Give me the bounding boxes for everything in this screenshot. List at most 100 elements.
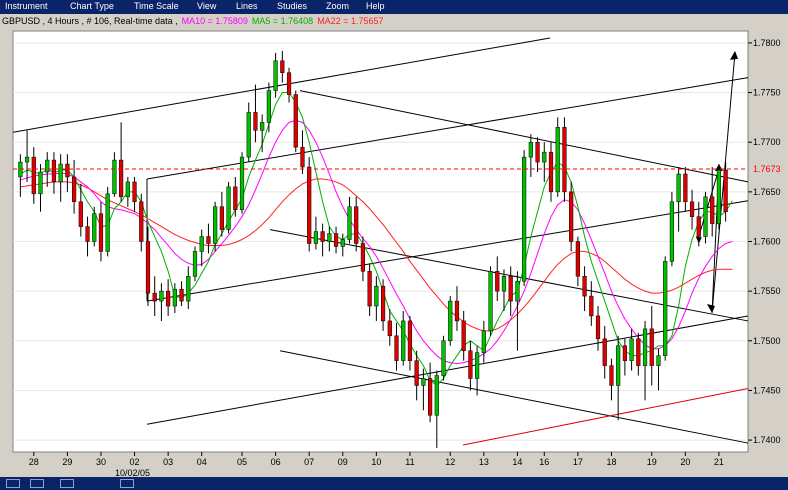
candle-body bbox=[575, 241, 580, 277]
candle-body bbox=[636, 338, 641, 366]
header-info: GBPUSD , 4 Hours , # 106, Real-time data… bbox=[2, 16, 384, 26]
current-price-label: 1.7673 bbox=[753, 164, 781, 174]
x-tick-label: 11 bbox=[405, 457, 414, 467]
candle[interactable] bbox=[105, 186, 110, 257]
candle-body bbox=[186, 276, 191, 302]
menu-item-view[interactable]: View bbox=[197, 1, 216, 11]
y-tick-label: 1.7600 bbox=[753, 237, 781, 247]
x-tick-label: 12 bbox=[445, 457, 455, 467]
candle-body bbox=[488, 271, 493, 332]
candle[interactable] bbox=[555, 117, 560, 197]
y-tick-label: 1.7700 bbox=[753, 137, 781, 147]
menu-item-help[interactable]: Help bbox=[366, 1, 385, 11]
candle-body bbox=[703, 196, 708, 237]
candle-body bbox=[233, 186, 238, 210]
candle-body bbox=[414, 360, 419, 386]
candle-body bbox=[340, 239, 345, 247]
candle[interactable] bbox=[562, 117, 567, 202]
candle-body bbox=[347, 206, 352, 240]
candle[interactable] bbox=[663, 256, 668, 361]
nav-button[interactable] bbox=[60, 479, 74, 488]
y-tick-label: 1.7500 bbox=[753, 336, 781, 346]
status-bar bbox=[0, 477, 788, 490]
candle-body bbox=[689, 201, 695, 217]
candle-body bbox=[219, 206, 224, 230]
candle-body bbox=[199, 236, 204, 252]
candle[interactable] bbox=[441, 335, 446, 381]
candle-body bbox=[696, 216, 701, 237]
candle-body bbox=[622, 345, 627, 361]
candle[interactable] bbox=[192, 246, 198, 282]
candle-body bbox=[327, 233, 332, 242]
candle-body bbox=[555, 127, 560, 193]
x-tick-label: 03 bbox=[163, 457, 173, 467]
chart[interactable]: GBPUSD , 4 Hours , # 106, Real-time data… bbox=[0, 14, 788, 477]
candle-body bbox=[293, 94, 298, 148]
x-tick-label: 30 bbox=[96, 457, 106, 467]
candle-body bbox=[92, 213, 97, 242]
x-tick-label: 10 bbox=[371, 457, 381, 467]
menu-item-lines[interactable]: Lines bbox=[236, 1, 258, 11]
candle-body bbox=[239, 156, 245, 210]
y-tick-label: 1.7400 bbox=[753, 435, 781, 445]
candle[interactable] bbox=[226, 181, 231, 234]
candle-body bbox=[333, 233, 339, 247]
candle-body bbox=[367, 271, 372, 307]
y-tick-label: 1.7800 bbox=[753, 38, 781, 48]
x-tick-label: 14 bbox=[512, 457, 522, 467]
candle-body bbox=[152, 292, 157, 302]
candle-body bbox=[313, 231, 319, 244]
candle-body bbox=[676, 173, 681, 203]
candle-body bbox=[273, 60, 278, 91]
x-tick-label: 05 bbox=[237, 457, 247, 467]
candle-body bbox=[454, 300, 460, 322]
menu-bar: Instrument Chart Type Time Scale View Li… bbox=[0, 0, 788, 14]
candle-body bbox=[387, 320, 392, 337]
candle[interactable] bbox=[488, 266, 493, 336]
candle-body bbox=[394, 335, 399, 361]
candle-body bbox=[132, 181, 137, 203]
menu-item-time-scale[interactable]: Time Scale bbox=[134, 1, 179, 11]
candle-body bbox=[98, 213, 104, 252]
candle-body bbox=[522, 156, 527, 282]
candle-body bbox=[528, 141, 533, 158]
candle[interactable] bbox=[293, 90, 298, 153]
candle[interactable] bbox=[448, 296, 453, 346]
menu-item-chart-type[interactable]: Chart Type bbox=[70, 1, 114, 11]
header-ma5: MA5 = 1.76408 bbox=[252, 16, 313, 26]
candle[interactable] bbox=[522, 150, 527, 287]
candle-body bbox=[602, 338, 607, 366]
candle-body bbox=[401, 320, 406, 361]
candle-body bbox=[286, 72, 292, 95]
nav-button[interactable] bbox=[6, 479, 20, 488]
candle-body bbox=[266, 90, 271, 123]
x-tick-label: 04 bbox=[197, 457, 207, 467]
candle-body bbox=[548, 151, 554, 193]
x-date-sublabel: 10/02/05 bbox=[115, 468, 150, 477]
x-tick-label: 09 bbox=[338, 457, 348, 467]
candle-body bbox=[723, 169, 728, 212]
x-tick-label: 29 bbox=[62, 457, 72, 467]
header-ma22: MA22 = 1.75657 bbox=[317, 16, 383, 26]
candle-body bbox=[642, 328, 648, 366]
nav-button[interactable] bbox=[120, 479, 134, 488]
candle[interactable] bbox=[669, 191, 675, 267]
candle-body bbox=[166, 290, 171, 307]
candle-body bbox=[320, 231, 325, 242]
candle-body bbox=[495, 271, 500, 292]
candle[interactable] bbox=[239, 152, 245, 214]
y-tick-label: 1.7650 bbox=[753, 187, 781, 197]
candle[interactable] bbox=[307, 157, 312, 252]
candle[interactable] bbox=[569, 181, 574, 252]
nav-button[interactable] bbox=[30, 479, 44, 488]
menu-item-studies[interactable]: Studies bbox=[277, 1, 307, 11]
candle[interactable] bbox=[703, 191, 708, 244]
candle[interactable] bbox=[716, 164, 722, 230]
candle-body bbox=[716, 169, 722, 224]
x-tick-label: 19 bbox=[647, 457, 657, 467]
candle-body bbox=[226, 186, 231, 230]
candle-body bbox=[253, 112, 258, 131]
menu-item-instrument[interactable]: Instrument bbox=[5, 1, 48, 11]
candle-body bbox=[434, 375, 439, 416]
menu-item-zoom[interactable]: Zoom bbox=[326, 1, 349, 11]
